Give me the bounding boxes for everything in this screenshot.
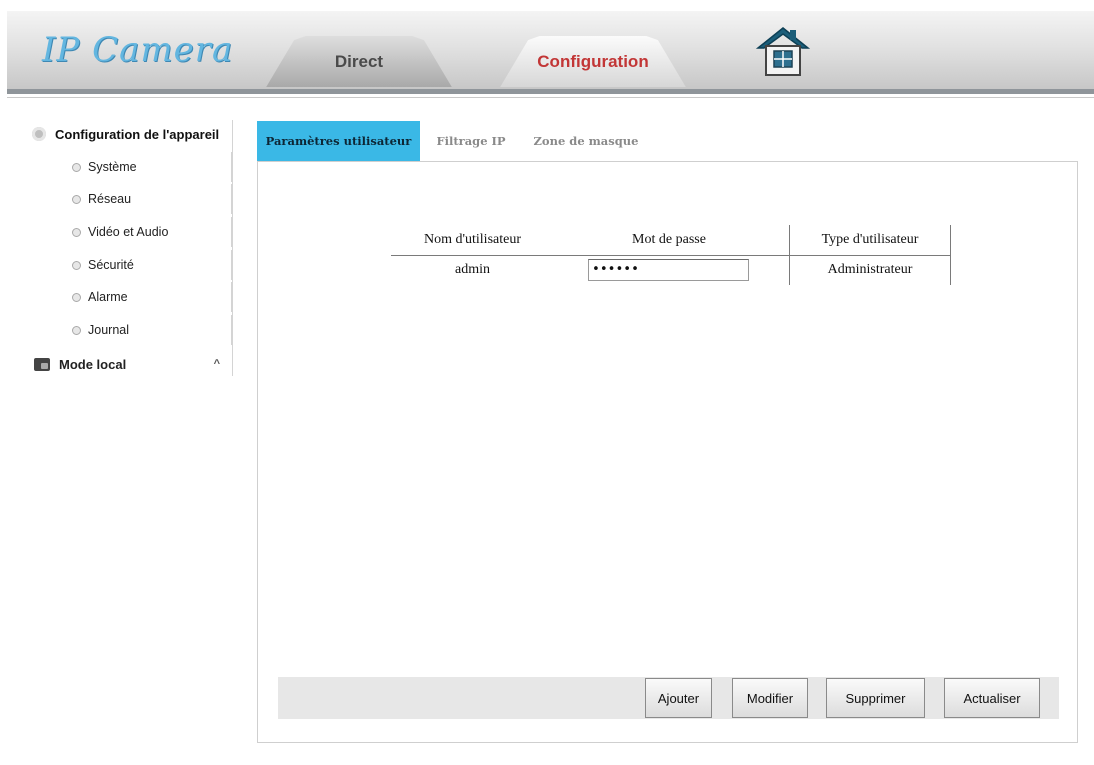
cell-username[interactable]: admin	[391, 255, 554, 285]
refresh-button[interactable]: Actualiser	[944, 678, 1040, 718]
sidebar-item-alarme[interactable]: Alarme	[72, 282, 232, 312]
bullet-icon	[72, 227, 81, 237]
tab-label: Zone de masque	[533, 134, 639, 148]
mode-local-label: Mode local	[59, 356, 127, 372]
tab-configuration-label: Configuration	[537, 51, 649, 71]
home-icon[interactable]	[754, 24, 812, 78]
sidebar-mode-local[interactable]: Mode local ^	[34, 352, 232, 376]
sidebar-item-journal[interactable]: Journal	[72, 315, 232, 345]
sidebar-item-label: Sécurité	[88, 258, 134, 272]
app-logo: IP Camera	[42, 30, 234, 70]
sidebar-item-securite[interactable]: Sécurité	[72, 250, 232, 280]
column-header-user-type: Type d'utilisateur	[821, 232, 919, 247]
sidebar-item-reseau[interactable]: Réseau	[72, 184, 232, 214]
sidebar-item-label: Vidéo et Audio	[88, 225, 169, 239]
sidebar-item-video-audio[interactable]: Vidéo et Audio	[72, 217, 232, 247]
bullet-icon	[72, 325, 81, 335]
tab-label: Paramètres utilisateur	[265, 134, 412, 148]
delete-button[interactable]: Supprimer	[826, 678, 925, 718]
sidebar-item-label: Journal	[88, 323, 129, 337]
tab-label: Filtrage IP	[436, 134, 506, 148]
column-header-password: Mot de passe	[632, 232, 706, 247]
modify-button[interactable]: Modifier	[732, 678, 808, 718]
bullet-icon	[72, 194, 81, 204]
sidebar-section-device-config[interactable]: Configuration de l'appareil	[32, 120, 232, 148]
monitor-icon	[34, 357, 50, 371]
table-column-divider	[950, 225, 951, 285]
sidebar-item-systeme[interactable]: Système	[72, 152, 232, 182]
bullet-icon	[72, 260, 81, 270]
tab-zone-de-masque[interactable]: Zone de masque	[530, 121, 642, 161]
sidebar-item-label: Système	[88, 160, 137, 174]
gear-icon	[32, 127, 46, 141]
chevron-up-icon[interactable]: ^	[214, 358, 220, 370]
add-button[interactable]: Ajouter	[645, 678, 712, 718]
bullet-icon	[72, 162, 81, 172]
password-field[interactable]: ••••••	[588, 259, 749, 281]
header-divider	[7, 89, 1094, 94]
sidebar-divider	[232, 120, 233, 376]
sidebar-item-label: Réseau	[88, 192, 132, 206]
tab-parametres-utilisateur[interactable]: Paramètres utilisateur	[257, 121, 420, 161]
sidebar-item-label: Alarme	[88, 290, 128, 304]
tab-direct-label: Direct	[334, 51, 384, 71]
cell-user-type[interactable]: Administrateur	[790, 255, 950, 285]
tab-filtrage-ip[interactable]: Filtrage IP	[432, 121, 510, 161]
bullet-icon	[72, 292, 81, 302]
header-divider-thin	[7, 97, 1094, 98]
column-header-username: Nom d'utilisateur	[423, 232, 521, 247]
sidebar-section-title: Configuration de l'appareil	[55, 126, 220, 142]
